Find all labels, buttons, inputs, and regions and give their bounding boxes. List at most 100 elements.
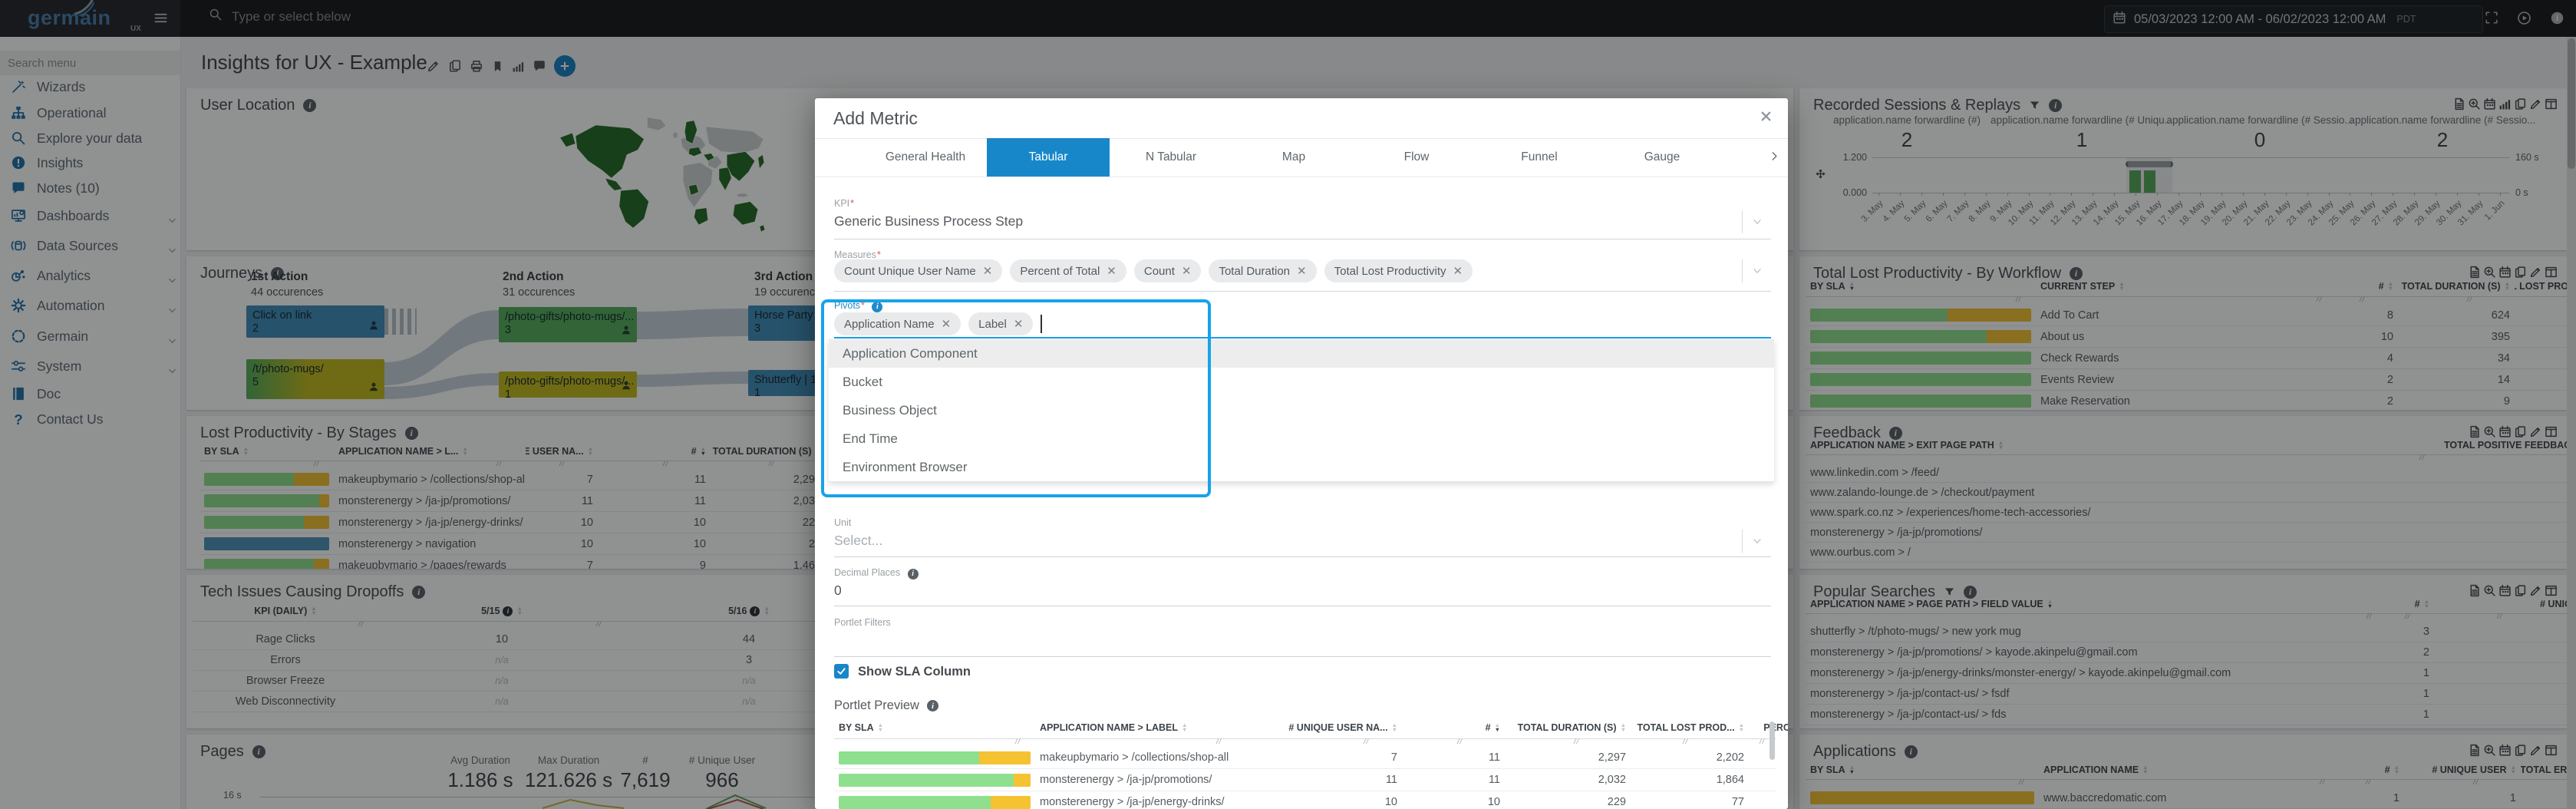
show-sla-label: Show SLA Column [858, 665, 971, 679]
tab-tabular[interactable]: Tabular [987, 138, 1110, 177]
tab-gauge[interactable]: Gauge [1601, 138, 1723, 177]
decimal-places-info-icon[interactable]: i [908, 569, 919, 580]
pivot-chip[interactable]: Label✕ [968, 312, 1033, 335]
pivot-chip[interactable]: Application Name✕ [834, 312, 961, 335]
chip-remove-icon[interactable]: ✕ [1182, 264, 1192, 278]
sla-bar [839, 796, 1031, 809]
chip-remove-icon[interactable]: ✕ [1453, 264, 1463, 278]
chip-remove-icon[interactable]: ✕ [1107, 264, 1116, 278]
kpi-dropdown-chevron[interactable] [1742, 210, 1772, 233]
sort-icon[interactable]: ▲▼ [1392, 723, 1397, 732]
column-header[interactable]: TOTAL DURATION (S)▲▼ [1505, 722, 1631, 733]
table-cell: monsterenergy > /ja-jp/energy-drinks/ [1035, 796, 1245, 808]
dropdown-option-environment-browser[interactable]: Environment Browser [829, 453, 1774, 481]
portlet-filters-label: Portlet Filters [834, 617, 891, 628]
pivots-dropdown-list: Application ComponentBucketBusiness Obje… [829, 339, 1774, 482]
table-cell: 11 [1402, 774, 1505, 786]
tab-flow[interactable]: Flow [1355, 138, 1478, 177]
measure-chip[interactable]: Total Lost Productivity✕ [1324, 259, 1473, 282]
chevron-right-icon [1769, 150, 1780, 162]
measures-label: Measures* [834, 249, 881, 260]
chevron-down-icon [1752, 266, 1763, 276]
chip-remove-icon[interactable]: ✕ [1297, 264, 1307, 278]
tab-funnel[interactable]: Funnel [1478, 138, 1601, 177]
column-header[interactable]: TOTAL LOST PROD...▲▼ [1631, 722, 1749, 733]
chevron-down-icon [1752, 216, 1763, 227]
column-header[interactable]: PERCENT %▲▼ [1749, 722, 1788, 733]
dropdown-option-application-component[interactable]: Application Component [829, 339, 1774, 368]
text-cursor [1041, 315, 1042, 333]
unit-label: Unit [834, 517, 851, 528]
table-cell: 12 [1749, 751, 1788, 764]
portlet-filters-input[interactable] [834, 656, 1771, 657]
column-resize-handles[interactable]: ////////////// [834, 739, 1776, 747]
decimal-places-label: Decimal Places i [834, 567, 919, 580]
measures-select[interactable]: Count Unique User Name✕ Percent of Total✕… [834, 259, 1473, 282]
sort-icon[interactable]: ▲▼ [1621, 723, 1626, 732]
close-icon[interactable] [1760, 110, 1773, 127]
measure-chip[interactable]: Total Duration✕ [1209, 259, 1316, 282]
table-cell: monsterenergy > /ja-jp/promotions/ [1035, 774, 1245, 786]
table-row[interactable]: monsterenergy > /ja-jp/energy-drinks/101… [834, 791, 1776, 809]
measure-chip[interactable]: Count Unique User Name✕ [834, 259, 1002, 282]
table-row[interactable]: makeupbymario > /collections/shop-all711… [834, 747, 1776, 769]
table-cell: 10 [1402, 796, 1505, 808]
table-cell: 12 [1749, 774, 1788, 786]
portlet-preview-info-icon[interactable]: i [927, 700, 938, 712]
measure-chip[interactable]: Count✕ [1134, 259, 1202, 282]
table-cell: 7 [1245, 751, 1402, 764]
sla-bar [839, 751, 1031, 764]
tab-n-tabular[interactable]: N Tabular [1110, 138, 1232, 177]
add-metric-modal: Add Metric General HealthTabularN Tabula… [815, 98, 1788, 809]
table-cell [834, 796, 1035, 809]
column-header[interactable]: # UNIQUE USER NA...▲▼ [1245, 722, 1402, 733]
chip-remove-icon[interactable]: ✕ [942, 317, 952, 331]
preview-table-scrollbar[interactable] [1770, 721, 1775, 760]
show-sla-checkbox[interactable] [834, 664, 849, 679]
table-cell [834, 751, 1035, 764]
tab-general-health[interactable]: General Health [864, 138, 987, 177]
dropdown-option-business-object[interactable]: Business Object [829, 396, 1774, 424]
table-cell [834, 774, 1035, 787]
table-cell: 77 [1631, 796, 1749, 808]
tab-map[interactable]: Map [1232, 138, 1355, 177]
column-header[interactable]: APPLICATION NAME > LABEL▲▼ [1035, 722, 1245, 733]
sort-icon[interactable]: ▲▼ [1739, 723, 1744, 732]
table-header-row: BY SLA▲▼APPLICATION NAME > LABEL▲▼# UNIQ… [834, 717, 1776, 739]
kpi-label: KPI* [834, 198, 854, 209]
kpi-select[interactable]: Generic Business Process Step [834, 213, 1023, 229]
table-cell: 2,202 [1631, 751, 1749, 764]
column-header[interactable]: #▲▼ [1402, 722, 1505, 733]
chevron-down-icon [1752, 536, 1763, 546]
modal-title: Add Metric [833, 108, 918, 129]
table-cell: 10 [1245, 796, 1402, 808]
table-cell: 229 [1505, 796, 1631, 808]
portlet-preview-label: Portlet Preview i [834, 698, 938, 713]
pivots-select[interactable]: Application Name✕ Label✕ [834, 312, 1042, 335]
chip-remove-icon[interactable]: ✕ [1014, 317, 1024, 331]
dropdown-option-bucket[interactable]: Bucket [829, 368, 1774, 396]
table-cell: 11 [1749, 796, 1788, 808]
sla-bar [839, 774, 1031, 787]
pivots-label: Pivots* i [834, 300, 882, 312]
close-icon [1760, 110, 1773, 123]
pivots-info-icon[interactable]: i [872, 302, 882, 312]
modal-header: Add Metric [815, 98, 1788, 139]
column-header[interactable]: BY SLA▲▼ [834, 722, 1035, 733]
tabs-overflow-chevron[interactable] [1769, 150, 1780, 166]
table-cell: 2,032 [1505, 774, 1631, 786]
table-row[interactable]: monsterenergy > /ja-jp/promotions/11112,… [834, 769, 1776, 791]
dropdown-option-end-time[interactable]: End Time [829, 424, 1774, 453]
unit-dropdown-chevron[interactable] [1742, 530, 1772, 553]
table-cell: 2,297 [1505, 751, 1631, 764]
unit-select[interactable]: Select... [834, 533, 882, 549]
measures-dropdown-chevron[interactable] [1742, 259, 1772, 282]
check-icon [836, 665, 847, 677]
measure-chip[interactable]: Percent of Total✕ [1010, 259, 1126, 282]
sort-icon[interactable]: ▲▼ [1495, 723, 1500, 732]
table-cell: 11 [1402, 751, 1505, 764]
sort-icon[interactable]: ▲▼ [1182, 723, 1187, 732]
sort-icon[interactable]: ▲▼ [878, 723, 883, 732]
chip-remove-icon[interactable]: ✕ [983, 264, 993, 278]
decimal-places-input[interactable]: 0 [834, 583, 842, 599]
